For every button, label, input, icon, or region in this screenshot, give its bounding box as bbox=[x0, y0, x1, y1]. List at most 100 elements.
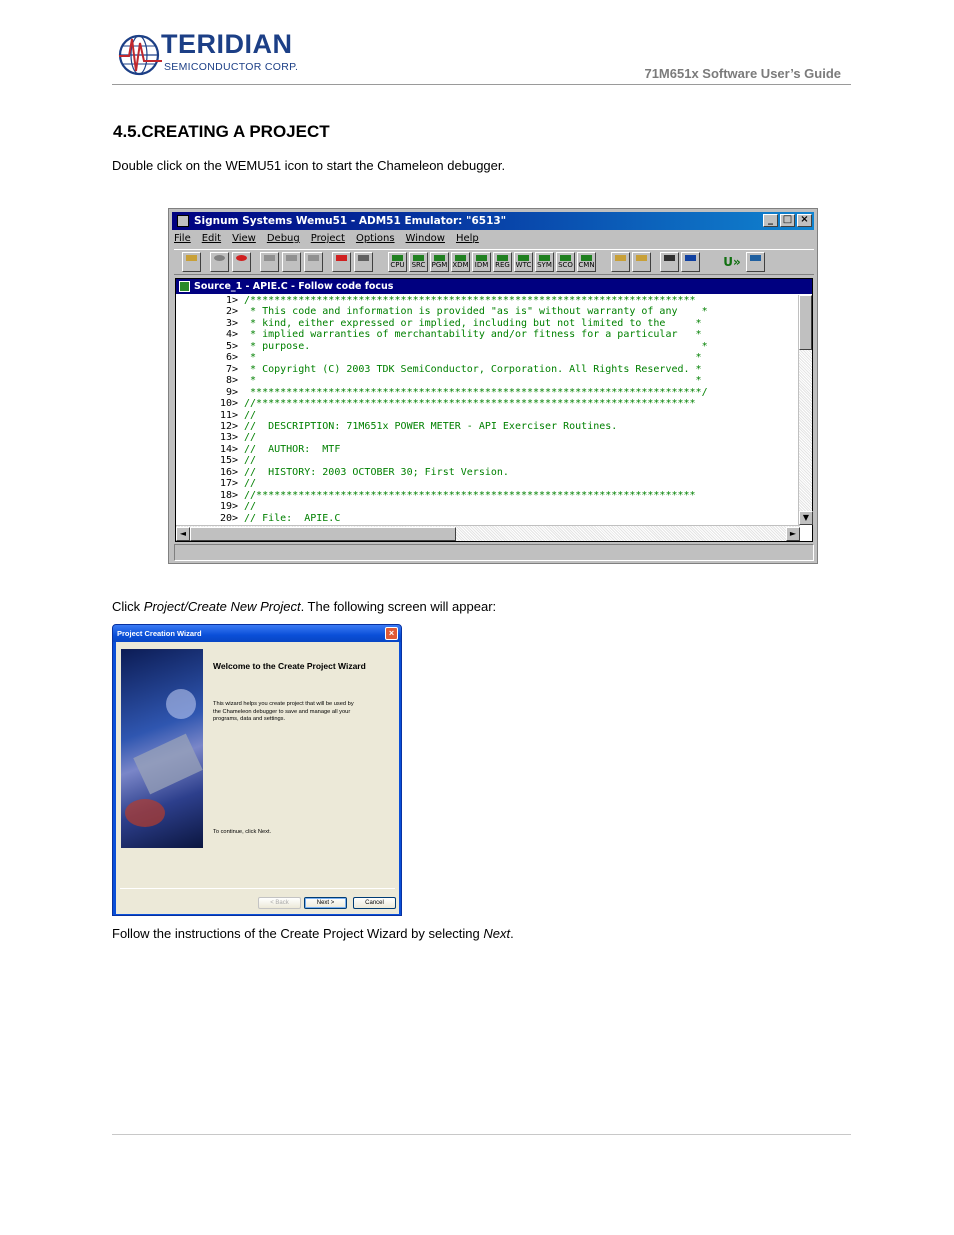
line-number: 17> bbox=[219, 478, 238, 490]
header-divider bbox=[112, 84, 851, 85]
code-comment: /***************************************… bbox=[238, 295, 696, 306]
teridian-globe-icon bbox=[118, 34, 162, 76]
scroll-left-icon[interactable]: ◄ bbox=[176, 527, 190, 541]
cmn-window-button[interactable]: CMN bbox=[577, 252, 596, 272]
wtc-window-button[interactable]: WTC bbox=[514, 252, 533, 272]
logo-tagline: SEMICONDUCTOR CORP. bbox=[164, 61, 299, 73]
back-button[interactable]: < Back bbox=[258, 897, 301, 909]
cancel-button[interactable]: Cancel bbox=[353, 897, 396, 909]
code-line: 1> /************************************… bbox=[176, 295, 800, 306]
u-arrow-icon[interactable]: U» bbox=[720, 252, 744, 272]
line-number: 14> bbox=[219, 443, 238, 455]
code-line: 2> * This code and information is provid… bbox=[176, 306, 800, 317]
step-over-icon[interactable] bbox=[282, 252, 301, 272]
instruction-paragraph: Click Project/Create New Project. The fo… bbox=[112, 599, 497, 614]
code-line: 5> * purpose. * bbox=[176, 341, 800, 352]
step-out-icon[interactable] bbox=[304, 252, 323, 272]
code-line: 13> // bbox=[176, 432, 800, 443]
reg-window-button[interactable]: REG bbox=[493, 252, 512, 272]
line-number: 15> bbox=[219, 455, 238, 467]
code-line: 4> * implied warranties of merchantabili… bbox=[176, 329, 800, 340]
vertical-scroll-thumb[interactable] bbox=[799, 295, 812, 350]
code-comment: // HISTORY: 2003 OCTOBER 30; First Versi… bbox=[238, 466, 509, 478]
scroll-right-icon[interactable]: ► bbox=[786, 527, 800, 541]
sco-window-button[interactable]: SCO bbox=[556, 252, 575, 272]
close-icon[interactable]: × bbox=[797, 214, 812, 227]
code-comment: * implied warranties of merchantability … bbox=[238, 329, 702, 341]
code-comment: * kind, either expressed or implied, inc… bbox=[238, 317, 702, 329]
scroll-down-icon[interactable]: ▼ bbox=[799, 511, 813, 525]
code-comment: // bbox=[238, 409, 257, 421]
compile-icon[interactable] bbox=[632, 252, 651, 272]
stop-icon[interactable] bbox=[232, 252, 251, 272]
line-number: 7> bbox=[225, 363, 238, 375]
code-line: 16> // HISTORY: 2003 OCTOBER 30; First V… bbox=[176, 467, 800, 478]
reset-icon[interactable] bbox=[332, 252, 351, 272]
line-number: 6> bbox=[225, 352, 238, 364]
load-icon[interactable] bbox=[611, 252, 630, 272]
horizontal-scroll-thumb[interactable] bbox=[190, 527, 456, 541]
logo-wordmark: TERIDIAN bbox=[161, 29, 293, 59]
erq-icon[interactable] bbox=[746, 252, 765, 272]
cpu-window-button[interactable]: CPU bbox=[388, 252, 407, 272]
menu-edit[interactable]: Edit bbox=[202, 231, 221, 247]
code-comment: // bbox=[238, 478, 257, 490]
minimize-icon[interactable]: _ bbox=[763, 214, 778, 227]
code-line: 7> * Copyright (C) 2003 TDK SemiConducto… bbox=[176, 364, 800, 375]
next-button[interactable]: Next > bbox=[304, 897, 347, 909]
code-comment: // AUTHOR: MTF bbox=[238, 443, 341, 455]
menu-debug[interactable]: Debug bbox=[267, 231, 300, 247]
open-icon[interactable] bbox=[182, 252, 201, 272]
line-number: 11> bbox=[219, 409, 238, 421]
xdm-window-button[interactable]: XDM bbox=[451, 252, 470, 272]
step-into-icon[interactable] bbox=[260, 252, 279, 272]
code-line: 9> *************************************… bbox=[176, 387, 800, 398]
app-icon bbox=[177, 215, 189, 227]
pgm-window-button[interactable]: PGM bbox=[430, 252, 449, 272]
code-comment: * Copyright (C) 2003 TDK SemiConductor, … bbox=[238, 363, 702, 375]
hand-icon[interactable] bbox=[354, 252, 373, 272]
line-number: 8> bbox=[225, 375, 238, 387]
horizontal-scrollbar[interactable]: ◄ ► bbox=[176, 525, 800, 541]
vertical-scrollbar[interactable]: ▼ bbox=[798, 295, 813, 525]
line-number: 1> bbox=[225, 295, 238, 306]
wizard-continue-text: To continue, click Next. bbox=[213, 829, 272, 835]
source-code-listing[interactable]: 1> /************************************… bbox=[176, 295, 800, 525]
source-window-title-bar: Source_1 - APIE.C - Follow code focus bbox=[176, 279, 812, 294]
close-icon[interactable]: × bbox=[385, 627, 398, 640]
menu-file[interactable]: File bbox=[174, 231, 191, 247]
code-comment: * purpose. * bbox=[238, 340, 708, 352]
sym-window-button[interactable]: SYM bbox=[535, 252, 554, 272]
menu-view[interactable]: View bbox=[232, 231, 256, 247]
src-window-button[interactable]: SRC bbox=[409, 252, 428, 272]
code-line: 11> // bbox=[176, 410, 800, 421]
menu-window[interactable]: Window bbox=[406, 231, 445, 247]
find-icon[interactable] bbox=[660, 252, 679, 272]
line-number: 2> bbox=[225, 306, 238, 318]
menu-help[interactable]: Help bbox=[456, 231, 479, 247]
line-number: 18> bbox=[219, 489, 238, 501]
wizard-body: Welcome to the Create Project Wizard Thi… bbox=[116, 642, 399, 914]
source-window-icon bbox=[179, 281, 190, 292]
line-number: 10> bbox=[219, 398, 238, 410]
wizard-divider bbox=[120, 888, 395, 889]
maximize-icon[interactable]: □ bbox=[780, 214, 795, 227]
project-wizard-screenshot: Project Creation Wizard × Welcome to the… bbox=[112, 624, 402, 916]
line-number: 19> bbox=[219, 501, 238, 513]
code-line: 20> // File: APIE.C bbox=[176, 513, 800, 524]
menu-project[interactable]: Project bbox=[311, 231, 345, 247]
code-comment: // DESCRIPTION: 71M651x POWER METER - AP… bbox=[238, 420, 618, 432]
code-line: 14> // AUTHOR: MTF bbox=[176, 444, 800, 455]
code-comment: //**************************************… bbox=[238, 489, 696, 501]
go-icon[interactable] bbox=[210, 252, 229, 272]
code-comment: ****************************************… bbox=[238, 386, 708, 398]
wizard-description: This wizard helps you create project tha… bbox=[213, 701, 354, 723]
code-line: 12> // DESCRIPTION: 71M651x POWER METER … bbox=[176, 421, 800, 432]
wizard-banner-image bbox=[121, 649, 203, 848]
code-line: 10> //**********************************… bbox=[176, 398, 800, 409]
line-number: 13> bbox=[219, 432, 238, 444]
info-icon[interactable] bbox=[681, 252, 700, 272]
idm-window-button[interactable]: IDM bbox=[472, 252, 491, 272]
code-comment: // bbox=[238, 501, 257, 513]
menu-options[interactable]: Options bbox=[356, 231, 395, 247]
